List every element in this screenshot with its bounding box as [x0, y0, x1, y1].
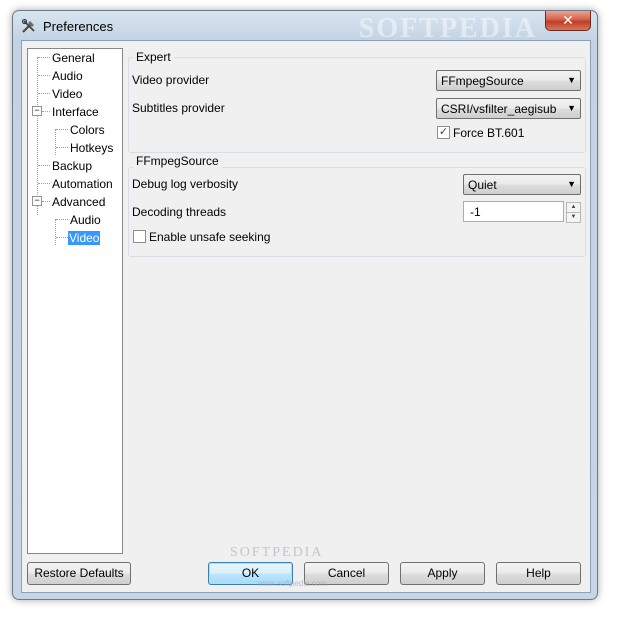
- force-bt601-checkbox[interactable]: ✓: [437, 126, 450, 139]
- tree-item-label: General: [52, 51, 95, 65]
- close-button[interactable]: ✕: [545, 11, 591, 31]
- help-button[interactable]: Help: [496, 562, 581, 585]
- tree-item-label: Video: [52, 87, 83, 101]
- window-title: Preferences: [43, 19, 114, 34]
- tree-line: [38, 183, 50, 184]
- tree-line: [37, 57, 38, 215]
- decoding-threads-label: Decoding threads: [132, 205, 227, 219]
- tree-item-label: Hotkeys: [70, 141, 114, 155]
- check-icon: ✓: [438, 126, 449, 138]
- decoding-threads-value: -1: [470, 205, 481, 219]
- tree-item-label: Automation: [52, 177, 113, 191]
- chevron-down-icon: ▼: [570, 214, 577, 220]
- debug-verbosity-label: Debug log verbosity: [132, 177, 239, 191]
- tree-line: [38, 93, 50, 94]
- tree-line: [56, 147, 68, 148]
- video-provider-label: Video provider: [132, 73, 210, 87]
- chevron-up-icon: ▲: [570, 204, 577, 210]
- expert-group-title: Expert: [133, 50, 174, 64]
- tree-line: [56, 237, 68, 238]
- chevron-down-icon: ▼: [567, 103, 576, 113]
- tree-item-advanced-video[interactable]: Video: [68, 230, 101, 246]
- tree-item-label: Audio: [70, 213, 101, 227]
- video-provider-select[interactable]: FFmpegSource ▼: [436, 70, 581, 91]
- title-bar[interactable]: Preferences SOFTPEDIA ✕: [13, 11, 597, 44]
- force-bt601-label: Force BT.601: [453, 126, 525, 140]
- subtitles-provider-label: Subtitles provider: [132, 101, 225, 115]
- tree-line: [38, 75, 50, 76]
- preferences-tree[interactable]: − − General Audio Video Interface Colors…: [27, 48, 123, 554]
- tree-item-label: Audio: [52, 69, 83, 83]
- tree-item-backup[interactable]: Backup: [52, 158, 92, 174]
- dialog-client: − − General Audio Video Interface Colors…: [21, 40, 591, 593]
- tree-item-label: Interface: [52, 105, 99, 119]
- tree-line: [38, 57, 50, 58]
- tree-item-label: Video: [68, 231, 101, 245]
- tree-item-audio[interactable]: Audio: [52, 68, 83, 84]
- watermark-url: www.softpedia.com: [258, 579, 327, 588]
- preferences-window: Preferences SOFTPEDIA ✕ − − General Audi…: [12, 10, 598, 600]
- tree-item-label: Colors: [70, 123, 105, 137]
- subtitles-provider-value: CSRI/vsfilter_aegisub: [441, 102, 557, 116]
- tree-item-general[interactable]: General: [52, 50, 95, 66]
- chevron-down-icon: ▼: [567, 179, 576, 189]
- tools-icon: [21, 18, 37, 34]
- tree-item-automation[interactable]: Automation: [52, 176, 113, 192]
- tree-line: [55, 129, 56, 155]
- tree-item-colors[interactable]: Colors: [70, 122, 105, 138]
- collapse-icon[interactable]: −: [32, 106, 42, 116]
- tree-item-advanced-audio[interactable]: Audio: [70, 212, 101, 228]
- unsafe-seeking-label: Enable unsafe seeking: [149, 230, 271, 244]
- tree-line: [56, 219, 68, 220]
- tree-item-label: Backup: [52, 159, 93, 173]
- tree-item-label: Advanced: [52, 195, 106, 209]
- debug-verbosity-value: Quiet: [468, 178, 497, 192]
- tree-item-advanced[interactable]: Advanced: [52, 194, 105, 210]
- tree-item-hotkeys[interactable]: Hotkeys: [70, 140, 113, 156]
- unsafe-seeking-checkbox[interactable]: [133, 230, 146, 243]
- tree-item-video[interactable]: Video: [52, 86, 82, 102]
- watermark-bottom: SOFTPEDIA: [230, 545, 324, 560]
- restore-defaults-button[interactable]: Restore Defaults: [27, 562, 131, 585]
- apply-button[interactable]: Apply: [400, 562, 485, 585]
- tree-line: [38, 165, 50, 166]
- debug-verbosity-select[interactable]: Quiet ▼: [463, 174, 581, 195]
- tree-line: [55, 219, 56, 245]
- collapse-icon[interactable]: −: [32, 196, 42, 206]
- decoding-threads-input[interactable]: -1: [463, 201, 564, 222]
- tree-line: [56, 129, 68, 130]
- close-icon: ✕: [562, 12, 574, 28]
- tree-item-interface[interactable]: Interface: [52, 104, 99, 120]
- tree-line: [42, 201, 50, 202]
- video-provider-value: FFmpegSource: [441, 74, 524, 88]
- chevron-down-icon: ▼: [567, 75, 576, 85]
- subtitles-provider-select[interactable]: CSRI/vsfilter_aegisub ▼: [436, 98, 581, 119]
- spin-down-button[interactable]: ▼: [566, 212, 581, 223]
- tree-line: [42, 111, 50, 112]
- ffmpegsource-group-title: FFmpegSource: [133, 154, 222, 168]
